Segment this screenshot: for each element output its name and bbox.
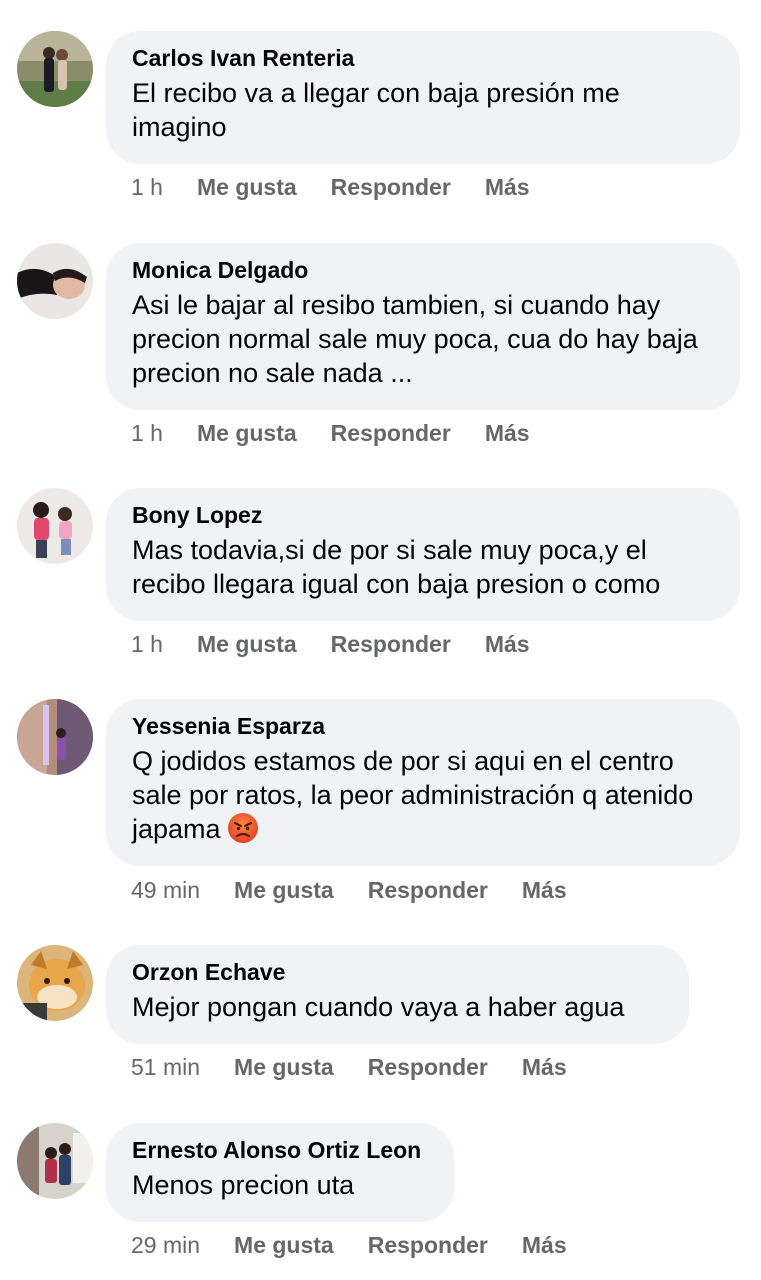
like-button[interactable]: Me gusta [197, 629, 297, 659]
comment-author[interactable]: Ernesto Alonso Ortiz Leon [132, 1135, 428, 1165]
comment-author[interactable]: Bony Lopez [132, 500, 714, 530]
avatar[interactable] [17, 699, 93, 775]
more-button[interactable]: Más [522, 1052, 567, 1082]
angry-face-emoji [227, 812, 259, 844]
comment-bubble: Monica Delgado Asi le bajar al resibo ta… [106, 243, 740, 410]
reply-button[interactable]: Responder [331, 629, 451, 659]
comment-time[interactable]: 49 min [131, 875, 200, 905]
more-button[interactable]: Más [485, 629, 530, 659]
reply-button[interactable]: Responder [368, 1052, 488, 1082]
comment-bubble: Orzon Echave Mejor pongan cuando vaya a … [106, 945, 689, 1044]
comment-bubble: Bony Lopez Mas todavia,si de por si sale… [106, 488, 740, 621]
comment-actions: 1 h Me gusta Responder Más [131, 629, 564, 659]
comment-actions: 49 min Me gusta Responder Más [131, 875, 601, 905]
comment-time[interactable]: 1 h [131, 418, 163, 448]
comment-time[interactable]: 51 min [131, 1052, 200, 1082]
more-button[interactable]: Más [522, 875, 567, 905]
like-button[interactable]: Me gusta [197, 172, 297, 202]
like-button[interactable]: Me gusta [234, 1052, 334, 1082]
comment-author[interactable]: Carlos Ivan Renteria [132, 43, 714, 73]
comment-actions: 1 h Me gusta Responder Más [131, 172, 564, 202]
more-button[interactable]: Más [522, 1230, 567, 1260]
comment-author[interactable]: Monica Delgado [132, 255, 714, 285]
comment-text-content: Q jodidos estamos de por si aqui en el c… [132, 746, 694, 844]
comment-time[interactable]: 1 h [131, 629, 163, 659]
like-button[interactable]: Me gusta [197, 418, 297, 448]
comment-actions: 51 min Me gusta Responder Más [131, 1052, 601, 1082]
comment-actions: 1 h Me gusta Responder Más [131, 418, 564, 448]
comment-text: Asi le bajar al resibo tambien, si cuand… [132, 290, 698, 388]
comment-actions: 29 min Me gusta Responder Más [131, 1230, 601, 1260]
comment-bubble: Carlos Ivan Renteria El recibo va a lleg… [106, 31, 740, 164]
comment-text: El recibo va a llegar con baja presión m… [132, 78, 620, 142]
comment-author[interactable]: Yessenia Esparza [132, 711, 714, 741]
avatar[interactable] [17, 31, 93, 107]
more-button[interactable]: Más [485, 172, 530, 202]
comment-text: Q jodidos estamos de por si aqui en el c… [132, 744, 714, 846]
comment-text: Mejor pongan cuando vaya a haber agua [132, 992, 625, 1022]
reply-button[interactable]: Responder [331, 418, 451, 448]
comment-text: Menos precion uta [132, 1170, 355, 1200]
reply-button[interactable]: Responder [331, 172, 451, 202]
avatar[interactable] [17, 243, 93, 319]
avatar[interactable] [17, 945, 93, 1021]
comment-time[interactable]: 29 min [131, 1230, 200, 1260]
like-button[interactable]: Me gusta [234, 875, 334, 905]
more-button[interactable]: Más [485, 418, 530, 448]
reply-button[interactable]: Responder [368, 1230, 488, 1260]
comment-time[interactable]: 1 h [131, 172, 163, 202]
reply-button[interactable]: Responder [368, 875, 488, 905]
comment-bubble: Ernesto Alonso Ortiz Leon Menos precion … [106, 1123, 454, 1222]
comment-text: Mas todavia,si de por si sale muy poca,y… [132, 535, 661, 599]
comment-author[interactable]: Orzon Echave [132, 957, 663, 987]
comment-bubble: Yessenia Esparza Q jodidos estamos de po… [106, 699, 740, 866]
like-button[interactable]: Me gusta [234, 1230, 334, 1260]
avatar[interactable] [17, 488, 93, 564]
avatar[interactable] [17, 1123, 93, 1199]
